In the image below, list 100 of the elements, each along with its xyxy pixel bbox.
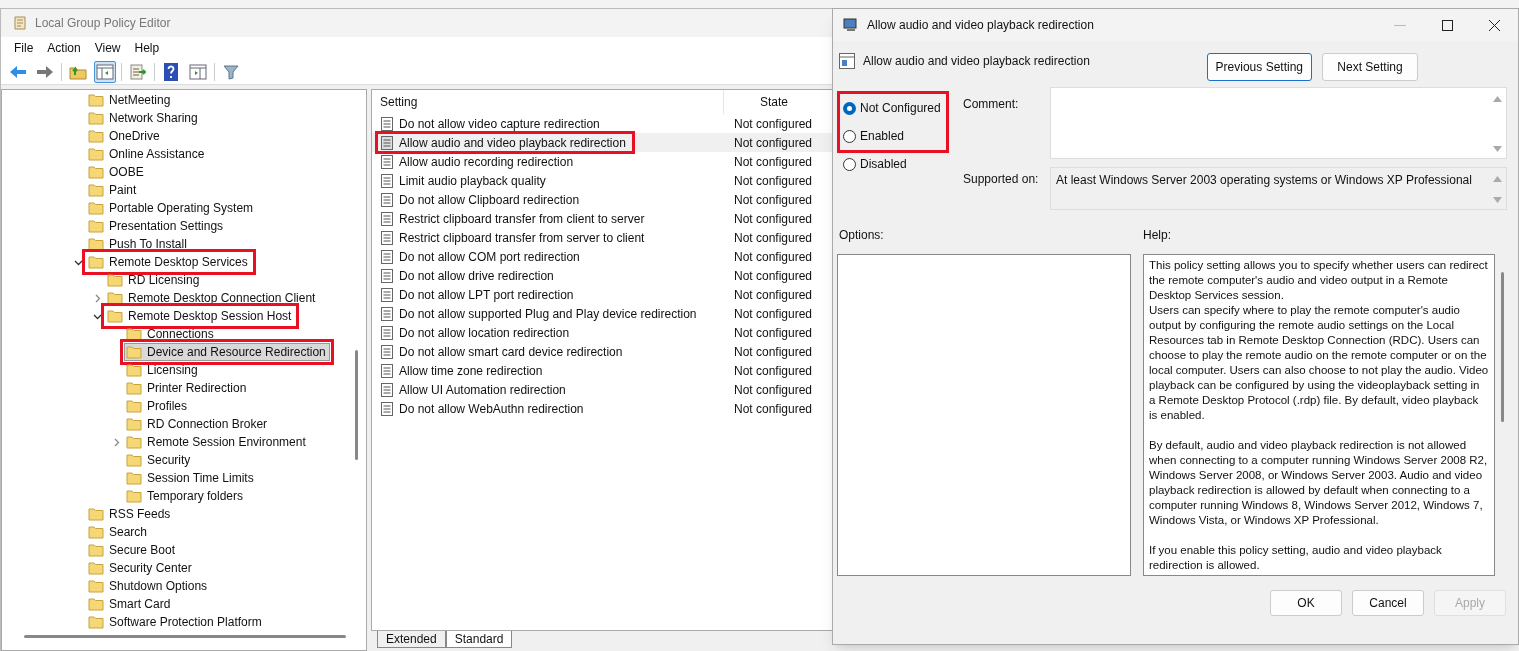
setting-row[interactable]: Allow audio recording redirection Not configured	[372, 152, 832, 171]
setting-row[interactable]: Allow UI Automation redirection Not configured	[372, 380, 832, 399]
folder-icon	[107, 291, 123, 305]
menu-item[interactable]: View	[87, 39, 128, 57]
scroll-up-icon[interactable]	[1493, 176, 1502, 182]
setting-row[interactable]: Restrict clipboard transfer from server to client Not configured	[372, 228, 832, 247]
folder-icon	[126, 381, 142, 395]
tree-item[interactable]: Session Time Limits	[124, 469, 258, 487]
setting-cell: Restrict clipboard transfer from server to client	[378, 229, 651, 246]
tree-item[interactable]: Push To Install	[86, 235, 191, 253]
menu-item[interactable]: Action	[40, 39, 88, 57]
view-tab[interactable]: Extended	[377, 631, 446, 648]
setting-icon	[381, 325, 393, 340]
setting-row[interactable]: Allow time zone redirection Not configured	[372, 361, 832, 380]
policy-icon	[839, 53, 855, 69]
folder-icon	[88, 561, 104, 575]
setting-row[interactable]: Do not allow Clipboard redirection Not configured	[372, 190, 832, 209]
setting-row[interactable]: Do not allow smart card device redirection Not configured	[372, 342, 832, 361]
column-header[interactable]: State	[724, 90, 789, 114]
vertical-scrollbar[interactable]	[355, 350, 358, 460]
help-scrollbar[interactable]	[1501, 272, 1504, 422]
help-paragraph: By default, audio and video playback redirection is not allowed when connecting to a computer running Windows Server 2008 R2, Windows Server 2008, or Windows Server 2003. Audio and video playback redirection is allowed by default when connecting to a computer running Windows 8, Windows Server 2012, Windows 7, Windows Vista, or Windows XP Professional.	[1149, 438, 1489, 528]
close-icon[interactable]	[1489, 19, 1500, 31]
menu-item[interactable]: Help	[127, 39, 167, 57]
tree-item[interactable]: Paint	[86, 181, 141, 199]
nav-button[interactable]: Next Setting	[1322, 53, 1418, 81]
minimize-icon[interactable]	[1394, 24, 1406, 26]
folder-icon	[126, 345, 142, 359]
folder-icon	[107, 273, 123, 287]
tree-item[interactable]: OneDrive	[86, 127, 164, 145]
tree-item[interactable]: Security	[124, 451, 195, 469]
dialog-title: Allow audio and video playback redirection	[867, 17, 1094, 34]
setting-cell: Allow audio and video playback redirection	[378, 134, 632, 151]
setting-row[interactable]: Do not allow WebAuthn redirection Not configured	[372, 399, 832, 418]
setting-row[interactable]: Do not allow drive redirection Not configured	[372, 266, 832, 285]
setting-row[interactable]: Limit audio playback quality Not configured	[372, 171, 832, 190]
tree-item[interactable]: Secure Boot	[86, 541, 180, 559]
dialog-button[interactable]: Cancel	[1352, 590, 1424, 616]
tree-item[interactable]: Remote Session Environment	[124, 433, 310, 451]
maximize-icon[interactable]	[1442, 19, 1453, 31]
folder-icon	[88, 579, 104, 593]
tree-item[interactable]: Security Center	[86, 559, 196, 577]
tree-item[interactable]: Temporary folders	[124, 487, 248, 505]
setting-cell: Do not allow drive redirection	[378, 267, 560, 284]
setting-icon	[381, 135, 393, 150]
tree-item[interactable]: Portable Operating System	[86, 199, 258, 217]
setting-row[interactable]: Do not allow location redirection Not configured	[372, 323, 832, 342]
state-cell-text: Not configured	[733, 115, 814, 133]
state-cell-text: Not configured	[733, 134, 814, 152]
radio-option[interactable]: Disabled	[840, 150, 946, 178]
horizontal-scrollbar[interactable]	[24, 635, 346, 638]
tree-item[interactable]: OOBE	[86, 163, 148, 181]
tree-item[interactable]: Network Sharing	[86, 109, 202, 127]
folder-icon	[88, 183, 104, 197]
tree-item[interactable]: Shutdown Options	[86, 577, 212, 595]
toolbar-button[interactable]	[94, 60, 116, 83]
tree-item[interactable]: Profiles	[124, 397, 191, 415]
setting-icon	[381, 230, 393, 245]
tree-item[interactable]: Online Assistance	[86, 145, 209, 163]
comment-field[interactable]	[1050, 87, 1507, 159]
setting-cell: Allow time zone redirection	[378, 362, 549, 379]
setting-icon	[381, 173, 393, 188]
tree-item[interactable]: Remote Desktop Session Host	[105, 307, 296, 325]
tree-item[interactable]: Licensing	[124, 361, 202, 379]
radio-option[interactable]: Not Configured	[840, 94, 946, 122]
setting-row[interactable]: Allow audio and video playback redirection Not configured	[372, 133, 832, 152]
nav-button[interactable]: Previous Setting	[1206, 53, 1312, 81]
tree-item[interactable]: Smart Card	[86, 595, 175, 613]
tree-item[interactable]: Connections	[124, 325, 218, 343]
tree-item[interactable]: RSS Feeds	[86, 505, 175, 523]
tree-item[interactable]: RD Connection Broker	[124, 415, 272, 433]
setting-row[interactable]: Do not allow video capture redirection Not configured	[372, 114, 832, 133]
dialog-button[interactable]: OK	[1270, 590, 1342, 616]
folder-icon	[88, 165, 104, 179]
tree-item[interactable]: Presentation Settings	[86, 217, 228, 235]
radio-option[interactable]: Enabled	[840, 122, 946, 150]
tree-item[interactable]: NetMeeting	[86, 91, 175, 109]
setting-icon	[381, 287, 393, 302]
tree-item[interactable]: Printer Redirection	[124, 379, 251, 397]
state-cell-text: Not configured	[733, 229, 814, 247]
tree-item[interactable]: Software Protection Platform	[86, 613, 266, 631]
tree-item[interactable]: Remote Desktop Services	[86, 253, 252, 271]
help-paragraph: Users can specify where to play the remote computer's audio output by configuring the remote audio settings on the Local Resources tab in Remote Desktop Connection (RDC). Users can choose to play the remote audio on the remote computer or on the local computer. Users can also choose to not play the audio. Video playback can be configured by using the videoplayback setting in a Remote Desktop Protocol (.rdp) file. By default, video playback is enabled.	[1149, 303, 1489, 423]
setting-icon	[381, 192, 393, 207]
scroll-down-icon[interactable]	[1493, 146, 1502, 152]
help-icon	[164, 62, 178, 81]
setting-row[interactable]: Do not allow supported Plug and Play device redirection Not configured	[372, 304, 832, 323]
setting-row[interactable]: Restrict clipboard transfer from client to server Not configured	[372, 209, 832, 228]
state-cell-text: Not configured	[733, 305, 814, 323]
view-tab[interactable]: Standard	[445, 631, 513, 648]
tree-item[interactable]: Remote Desktop Connection Client	[105, 289, 320, 307]
setting-cell: Limit audio playback quality	[378, 172, 552, 189]
tree-item[interactable]: RD Licensing	[105, 271, 204, 289]
column-header[interactable]: Setting	[372, 90, 724, 114]
setting-row[interactable]: Do not allow LPT port redirection Not configured	[372, 285, 832, 304]
scroll-up-icon[interactable]	[1493, 96, 1502, 102]
setting-row[interactable]: Do not allow COM port redirection Not configured	[372, 247, 832, 266]
scroll-down-icon[interactable]	[1493, 197, 1502, 203]
tree-item[interactable]: Search	[86, 523, 152, 541]
menu-item[interactable]: File	[7, 39, 41, 57]
